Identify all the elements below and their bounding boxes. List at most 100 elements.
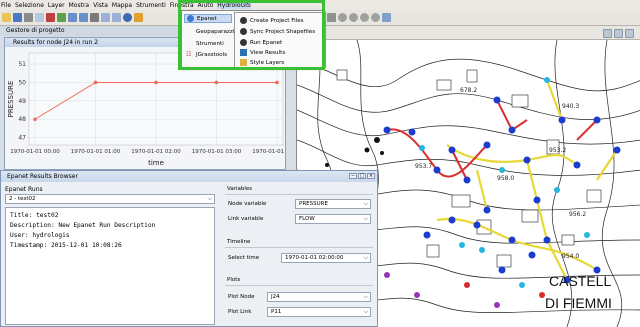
menu-item-style-layers[interactable]: Style Layers	[240, 59, 284, 66]
menu-item-create-project-files[interactable]: Create Project Files	[240, 17, 304, 24]
epanet-results-browser: Epanet Results Browser − □ × Epanet Runs…	[0, 170, 378, 327]
copy-icon[interactable]	[35, 13, 44, 22]
timeline-title: Timeline	[227, 239, 251, 245]
browser-titlebar[interactable]: Epanet Results Browser − □ ×	[1, 171, 377, 182]
node-variable-select[interactable]: PRESSURE	[295, 199, 371, 209]
browser-close-button[interactable]: ×	[367, 173, 375, 179]
menu-item-geopaparazzi-label: Geopaparazzi	[196, 28, 235, 35]
open-icon[interactable]	[2, 13, 11, 22]
plot-node-label: Plot Node	[228, 294, 255, 300]
print-icon[interactable]	[24, 13, 33, 22]
x-axis-label: time	[148, 159, 164, 167]
y-tick-label: 47	[18, 135, 26, 142]
measure-icon[interactable]	[134, 13, 143, 22]
tool-b-icon[interactable]	[614, 29, 623, 38]
menu-item-view-results[interactable]: View Results	[240, 49, 285, 56]
run-user-line: User: hydrologis	[10, 232, 70, 239]
menu-item-geopaparazzi[interactable]: Geopaparazzi	[186, 28, 234, 35]
map-label-953-7: 953.7	[415, 163, 432, 170]
pan-icon[interactable]	[90, 13, 99, 22]
data-point	[93, 80, 98, 85]
select-time-combo[interactable]: 1970-01-01 02:00:00	[281, 253, 371, 263]
geopaparazzi-icon	[186, 28, 193, 35]
x-tick-label: 1970-01-01 01:00	[71, 149, 121, 155]
menu-mappa[interactable]: Mappa	[112, 2, 132, 9]
y-axis-label: PRESSURE	[7, 81, 15, 118]
menu-item-run-epanet[interactable]: Run Epanet	[240, 39, 282, 46]
run-epanet-label: Run Epanet	[250, 39, 283, 46]
variables-separator	[225, 194, 373, 195]
strumenti-icon	[186, 40, 193, 47]
menu-item-jgrasstools-label: JGrasstools	[196, 51, 228, 58]
plot-link-label: Plot Link	[228, 309, 252, 315]
menu-aiuto[interactable]: Aiuto	[198, 2, 214, 9]
x-tick-label: 1970-01-01 04:00	[252, 149, 285, 155]
view-results-icon	[240, 49, 247, 56]
menu-item-epanet-label: Epanet	[197, 15, 217, 22]
secondary-toolbar	[296, 26, 640, 40]
hydrologis-menu: Epanet Geopaparazzi Strumenti ☷ JGrassto…	[181, 10, 326, 68]
menubar: File Selezione Layer Mostra Vista Mappa …	[0, 0, 640, 10]
plot-node-select[interactable]: J24	[267, 292, 371, 302]
link-variable-select[interactable]: FLOW	[295, 214, 371, 224]
y-tick-label: 48	[18, 116, 26, 123]
zoom-in-icon[interactable]	[68, 13, 77, 22]
menu-selezione[interactable]: Selezione	[15, 2, 44, 9]
epanet-runs-label: Epanet Runs	[5, 186, 43, 193]
zoom-out-icon[interactable]	[79, 13, 88, 22]
map-label-678: 678.2	[460, 87, 477, 94]
circle-icon-2[interactable]	[349, 13, 358, 22]
tool-a-icon[interactable]	[603, 29, 612, 38]
grid-icon[interactable]	[382, 13, 391, 22]
menu-item-epanet[interactable]: Epanet	[184, 14, 232, 23]
data-point	[214, 80, 219, 85]
menu-file[interactable]: File	[1, 2, 11, 9]
info-icon[interactable]	[123, 13, 132, 22]
run-info-box: Title: test02 Description: New Epanet Ru…	[5, 207, 215, 325]
style-layers-label: Style Layers	[250, 59, 285, 66]
style-layers-icon	[240, 59, 247, 66]
variables-title: Variables	[227, 186, 253, 192]
cut-icon[interactable]	[46, 13, 55, 22]
circle-icon[interactable]	[338, 13, 347, 22]
menu-item-strumenti[interactable]: Strumenti	[186, 40, 224, 47]
map-town-label-1: CASTELL	[549, 273, 611, 289]
save-icon[interactable]	[13, 13, 22, 22]
plot-link-select[interactable]: P11	[267, 307, 371, 317]
tool-icon[interactable]	[327, 13, 336, 22]
tool-c-icon[interactable]	[625, 29, 634, 38]
x-tick-label: 1970-01-01 02:00	[131, 149, 181, 155]
menu-strumenti[interactable]: Strumenti	[136, 2, 166, 9]
menu-hydrologis[interactable]: HydroloGIS	[217, 1, 251, 9]
menu-item-jgrasstools[interactable]: ☷ JGrasstools	[186, 51, 227, 58]
menu-layer[interactable]: Layer	[48, 2, 65, 9]
menu-finestra[interactable]: Finestra	[170, 2, 194, 9]
node-variable-label: Node variable	[228, 201, 267, 207]
create-project-icon	[240, 17, 247, 24]
menu-item-strumenti-label: Strumenti	[196, 40, 224, 47]
browser-maximize-button[interactable]: □	[358, 173, 366, 179]
run-select[interactable]: 2 - test02	[5, 194, 215, 204]
run-title-line: Title: test02	[10, 212, 59, 219]
run-epanet-icon	[240, 39, 247, 46]
browser-minimize-button[interactable]: −	[349, 173, 357, 179]
sync-icon	[240, 28, 247, 35]
menu-mostra[interactable]: Mostra	[69, 2, 89, 9]
timeline-separator	[225, 247, 373, 248]
epanet-submenu: Create Project Files Sync Project Shapef…	[234, 12, 326, 68]
circle-icon-4[interactable]	[371, 13, 380, 22]
select-time-label: Select time	[228, 255, 260, 261]
plots-separator	[225, 285, 373, 286]
circle-icon-3[interactable]	[360, 13, 369, 22]
y-tick-label: 50	[18, 79, 26, 86]
menu-item-sync-project-shapefiles[interactable]: Sync Project Shapefiles	[240, 28, 315, 35]
zoom-layer-icon[interactable]	[112, 13, 121, 22]
data-point	[154, 80, 158, 85]
epanet-icon	[187, 15, 194, 22]
map-label-956: 956.2	[569, 211, 586, 218]
select-icon[interactable]	[57, 13, 66, 22]
chart-window-title: Results for node J24 in run 2	[13, 39, 99, 46]
menu-vista[interactable]: Vista	[93, 2, 108, 9]
browser-title: Epanet Results Browser	[7, 173, 78, 180]
zoom-full-icon[interactable]	[101, 13, 110, 22]
